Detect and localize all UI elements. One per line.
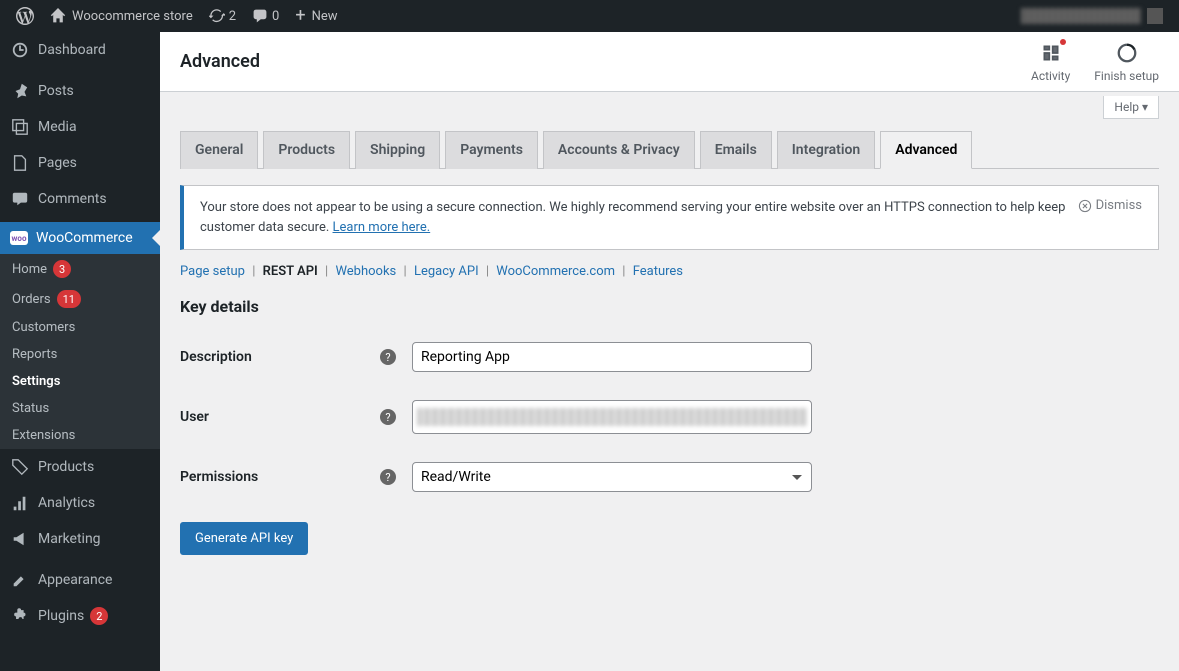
activity-dot-icon bbox=[1060, 39, 1066, 45]
menu-dashboard[interactable]: Dashboard bbox=[0, 32, 160, 68]
submenu-orders[interactable]: Orders11 bbox=[0, 284, 160, 314]
tab-accounts[interactable]: Accounts & Privacy bbox=[543, 131, 695, 169]
menu-analytics[interactable]: Analytics bbox=[0, 485, 160, 521]
user-label: User bbox=[180, 409, 380, 425]
main-content: Advanced Activity Finish setup Help ▾ Ge… bbox=[160, 32, 1179, 671]
submenu-home[interactable]: Home3 bbox=[0, 254, 160, 284]
tab-emails[interactable]: Emails bbox=[700, 131, 772, 169]
new-label: New bbox=[312, 9, 338, 24]
subsub-rest-api[interactable]: REST API bbox=[263, 264, 318, 279]
dashboard-icon bbox=[10, 40, 30, 60]
subsub-webhooks[interactable]: Webhooks bbox=[335, 264, 396, 279]
plugins-icon bbox=[10, 606, 30, 626]
user-value-blurred bbox=[417, 408, 807, 426]
tab-integration[interactable]: Integration bbox=[777, 131, 875, 169]
menu-products[interactable]: Products bbox=[0, 449, 160, 485]
products-icon bbox=[10, 457, 30, 477]
page-title: Advanced bbox=[180, 51, 260, 72]
comments-link[interactable]: 0 bbox=[244, 0, 287, 32]
page-header: Advanced Activity Finish setup bbox=[160, 32, 1179, 92]
submenu-settings[interactable]: Settings bbox=[0, 368, 160, 395]
comments-icon bbox=[10, 189, 30, 209]
dismiss-icon bbox=[1078, 199, 1092, 213]
avatar-icon bbox=[1147, 8, 1163, 24]
tab-advanced[interactable]: Advanced bbox=[880, 131, 972, 169]
menu-posts[interactable]: Posts bbox=[0, 73, 160, 109]
menu-woocommerce[interactable]: wooWooCommerce bbox=[0, 222, 160, 254]
settings-tabs: General Products Shipping Payments Accou… bbox=[180, 131, 1159, 169]
help-tip-icon[interactable]: ? bbox=[380, 469, 396, 485]
submenu-customers[interactable]: Customers bbox=[0, 314, 160, 341]
menu-plugins[interactable]: Plugins2 bbox=[0, 598, 160, 634]
home-badge: 3 bbox=[53, 260, 71, 278]
admin-bar: Woocommerce store 2 0 + New bbox=[0, 0, 1179, 32]
subsub-features[interactable]: Features bbox=[633, 264, 683, 279]
woo-icon: woo bbox=[10, 231, 28, 245]
sub-navigation: Page setup | REST API | Webhooks | Legac… bbox=[180, 264, 1159, 279]
submenu-extensions[interactable]: Extensions bbox=[0, 422, 160, 449]
chevron-down-icon: ▾ bbox=[1142, 100, 1148, 114]
user-name-blurred bbox=[1021, 8, 1141, 24]
dismiss-button[interactable]: Dismiss bbox=[1078, 198, 1142, 213]
activity-button[interactable]: Activity bbox=[1031, 41, 1070, 83]
submenu-status[interactable]: Status bbox=[0, 395, 160, 422]
comment-icon bbox=[252, 8, 268, 24]
orders-badge: 11 bbox=[57, 290, 81, 308]
site-name-link[interactable]: Woocommerce store bbox=[42, 0, 201, 32]
learn-more-link[interactable]: Learn more here. bbox=[333, 220, 431, 235]
finish-setup-button[interactable]: Finish setup bbox=[1094, 41, 1159, 83]
user-menu[interactable] bbox=[1013, 0, 1171, 32]
activity-icon bbox=[1039, 41, 1063, 65]
site-name: Woocommerce store bbox=[72, 9, 193, 24]
submenu-reports[interactable]: Reports bbox=[0, 341, 160, 368]
progress-icon bbox=[1115, 41, 1139, 65]
menu-appearance[interactable]: Appearance bbox=[0, 562, 160, 598]
tab-shipping[interactable]: Shipping bbox=[355, 131, 440, 169]
appearance-icon bbox=[10, 570, 30, 590]
help-tab[interactable]: Help ▾ bbox=[1103, 96, 1159, 119]
pin-icon bbox=[10, 81, 30, 101]
menu-pages[interactable]: Pages bbox=[0, 145, 160, 181]
description-input[interactable] bbox=[412, 342, 812, 372]
updates-count: 2 bbox=[229, 9, 236, 24]
menu-marketing[interactable]: Marketing bbox=[0, 521, 160, 557]
help-tip-icon[interactable]: ? bbox=[380, 349, 396, 365]
subsub-wccom[interactable]: WooCommerce.com bbox=[496, 264, 615, 279]
user-select[interactable] bbox=[412, 400, 812, 434]
updates-link[interactable]: 2 bbox=[201, 0, 244, 32]
woo-submenu: Home3 Orders11 Customers Reports Setting… bbox=[0, 254, 160, 449]
media-icon bbox=[10, 117, 30, 137]
permissions-select[interactable]: Read/Write bbox=[412, 462, 812, 492]
subsub-page-setup[interactable]: Page setup bbox=[180, 264, 245, 279]
plus-icon: + bbox=[295, 7, 305, 25]
wordpress-icon bbox=[16, 7, 34, 25]
tab-products[interactable]: Products bbox=[263, 131, 350, 169]
page-icon bbox=[10, 153, 30, 173]
https-notice: Your store does not appear to be using a… bbox=[180, 185, 1159, 250]
new-link[interactable]: + New bbox=[287, 0, 345, 32]
tab-payments[interactable]: Payments bbox=[445, 131, 538, 169]
analytics-icon bbox=[10, 493, 30, 513]
comments-count: 0 bbox=[272, 9, 279, 24]
subsub-legacy[interactable]: Legacy API bbox=[414, 264, 479, 279]
wp-logo[interactable] bbox=[8, 0, 42, 32]
notice-text: Your store does not appear to be using a… bbox=[200, 200, 1065, 235]
menu-comments[interactable]: Comments bbox=[0, 181, 160, 217]
description-label: Description bbox=[180, 349, 380, 365]
home-icon bbox=[50, 8, 66, 24]
plugins-badge: 2 bbox=[90, 607, 108, 625]
tab-general[interactable]: General bbox=[180, 131, 258, 169]
marketing-icon bbox=[10, 529, 30, 549]
help-tip-icon[interactable]: ? bbox=[380, 409, 396, 425]
section-title: Key details bbox=[180, 297, 1159, 316]
update-icon bbox=[209, 8, 225, 24]
permissions-label: Permissions bbox=[180, 469, 380, 485]
generate-api-key-button[interactable]: Generate API key bbox=[180, 522, 308, 555]
admin-sidebar: Dashboard Posts Media Pages Comments woo… bbox=[0, 32, 160, 671]
menu-media[interactable]: Media bbox=[0, 109, 160, 145]
